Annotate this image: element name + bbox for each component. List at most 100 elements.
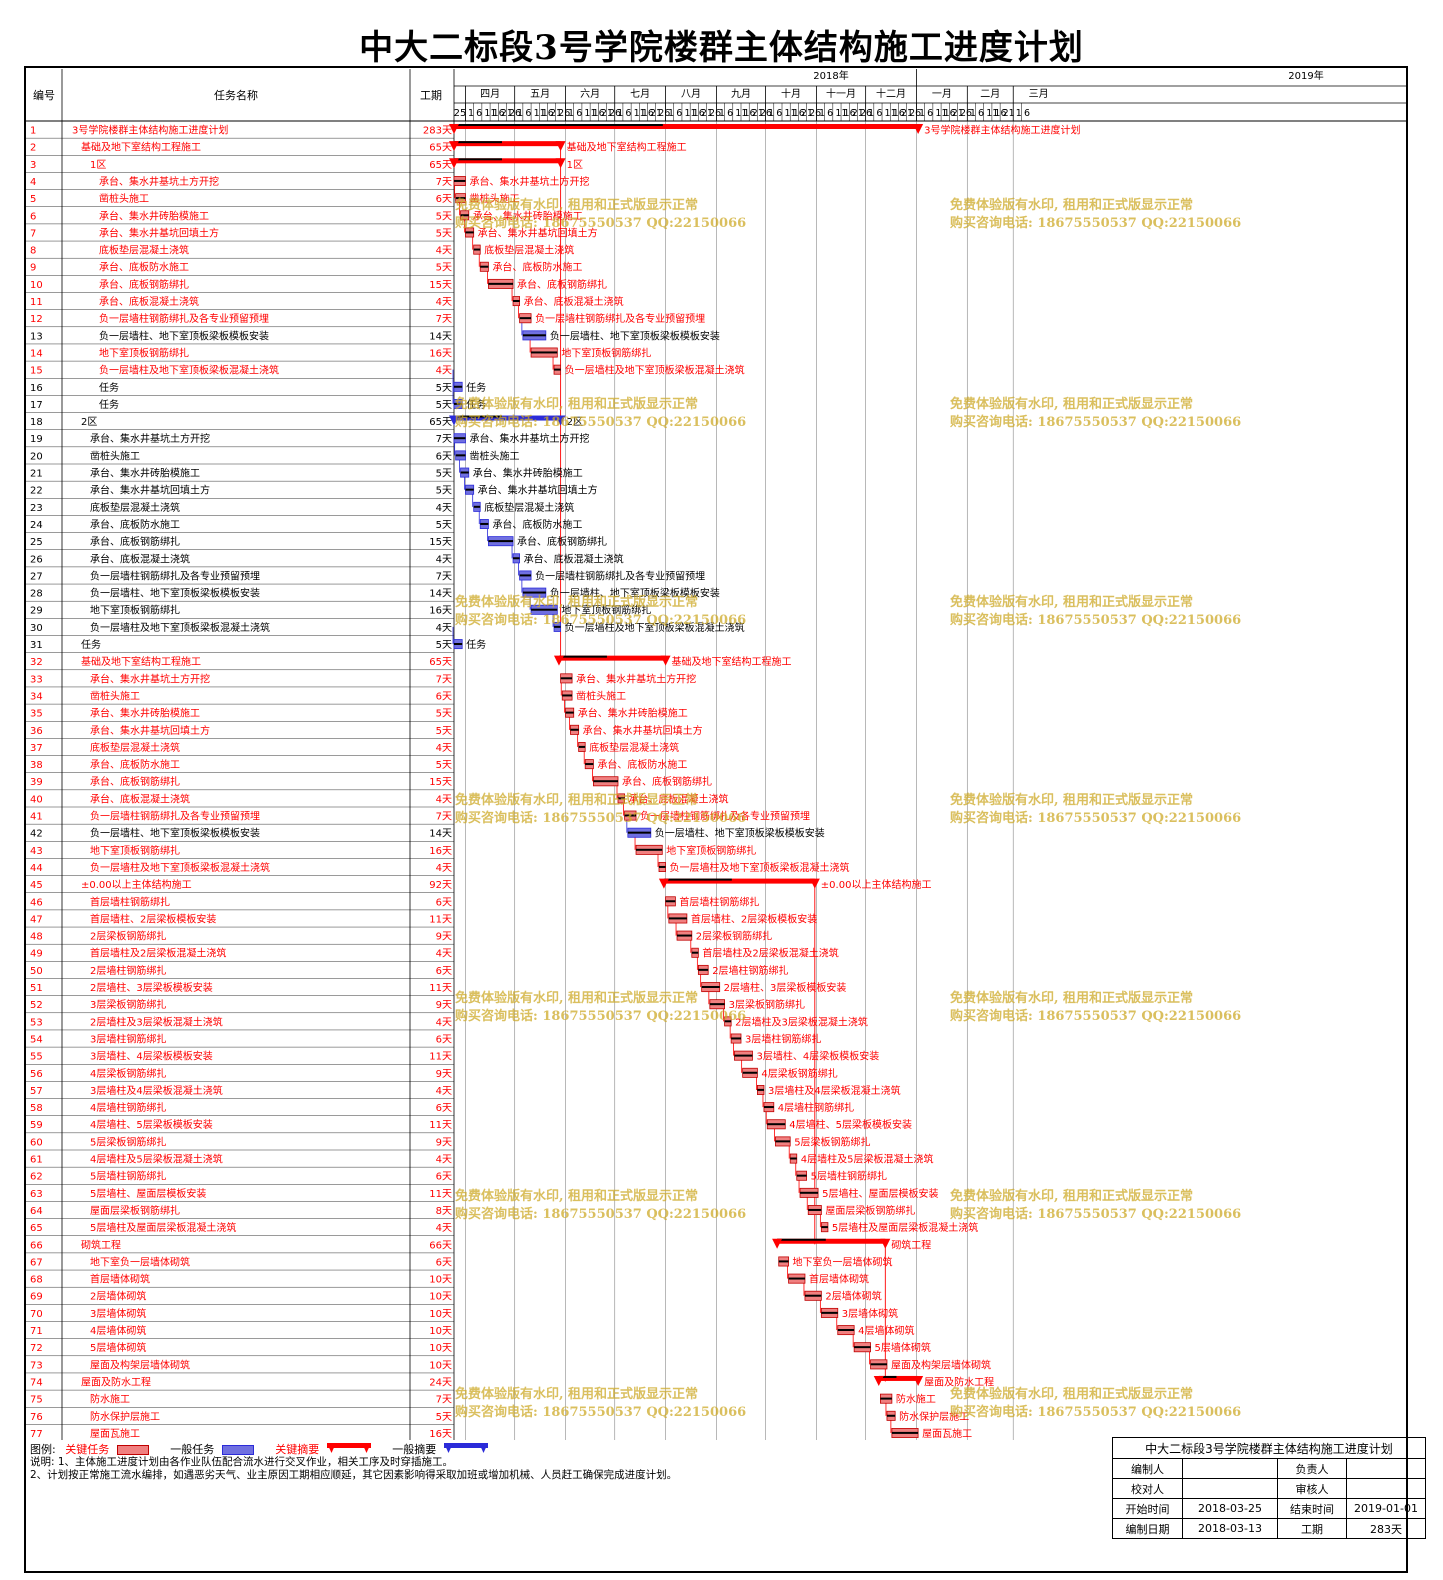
row-duration: 10天 [429, 1360, 452, 1371]
day-tick-label: 6 [827, 108, 833, 119]
row-duration: 4天 [436, 366, 452, 377]
row-task-name: 承台、底板钢筋绑扎 [99, 278, 189, 291]
row-duration: 6天 [436, 451, 452, 462]
row-task-name: 承台、底板混凝土浇筑 [90, 552, 190, 565]
task-progress [454, 437, 466, 440]
row-task-name: 地下室顶板钢筋绑扎 [90, 844, 180, 857]
bar-label: 承台、集水井砖胎模施工 [473, 467, 583, 480]
row-task-name: 地下室负一层墙体砌筑 [90, 1255, 190, 1268]
day-tick-label: 6 [576, 108, 582, 119]
bar-label: 3层墙柱及4层梁板混凝土浇筑 [768, 1084, 901, 1097]
month-label: 十一月 [826, 87, 856, 100]
info-reviewer-label: 审核人 [1277, 1478, 1347, 1499]
row-id: 10 [30, 280, 43, 291]
task-progress [880, 1397, 892, 1400]
task-progress [698, 968, 709, 971]
bar-label: 地下室负一层墙体砌筑 [793, 1255, 893, 1268]
row-task-name: ±0.00以上主体结构施工 [81, 878, 192, 891]
row-duration: 7天 [436, 571, 452, 582]
row-duration: 11天 [429, 1189, 452, 1200]
row-id: 28 [30, 589, 43, 600]
row-duration: 65天 [429, 160, 452, 171]
task-progress [757, 1088, 764, 1091]
timescale-header: 编号 任务名称 工期 2018年 2019年 25 四月1611162126五月… [25, 69, 1407, 122]
row-duration: 10天 [429, 1292, 452, 1303]
task-progress [778, 1260, 789, 1263]
task-progress [870, 1363, 887, 1366]
bar-label: 负一层墙柱及地下室顶板梁板混凝土浇筑 [670, 861, 850, 874]
watermark: 免费体验版有水印, 租用和正式版显示正常 购买咨询电话: 18675550537 … [455, 1189, 747, 1222]
day-tick-label: 6 [476, 108, 482, 119]
day-tick-label: 1 [568, 108, 574, 119]
day-tick-label: 6 [776, 108, 782, 119]
row-task-name: 首层墙体砌筑 [90, 1273, 150, 1286]
day-tick-label: 1 [517, 108, 523, 119]
legend-critical-task-swatch [116, 1445, 149, 1455]
row-duration: 5天 [436, 726, 452, 737]
bar-label: 承台、底板钢筋绑扎 [517, 278, 607, 291]
bar-label: 屋面及构架层墙体砌筑 [891, 1358, 991, 1371]
row-task-name: 3层墙柱钢筋绑扎 [90, 1032, 166, 1045]
row-duration: 4天 [436, 246, 452, 257]
bar-label: 负一层墙柱及地下室顶板梁板混凝土浇筑 [565, 364, 745, 377]
task-progress [891, 1431, 919, 1434]
row-task-name: 底板垫层混凝土浇筑 [90, 501, 180, 514]
bar-label: 5层墙柱钢筋绑扎 [811, 1170, 887, 1183]
task-progress [570, 728, 579, 731]
task-progress [488, 540, 514, 543]
row-id: 29 [30, 606, 43, 617]
watermark: 免费体验版有水印, 租用和正式版显示正常 购买咨询电话: 18675550537 … [950, 991, 1242, 1024]
watermark: 免费体验版有水印, 租用和正式版显示正常 购买咨询电话: 18675550537 … [950, 1387, 1242, 1420]
row-duration: 11天 [429, 914, 452, 925]
row-duration: 65天 [429, 657, 452, 668]
info-owner-value [1346, 1458, 1426, 1479]
row-id: 59 [30, 1120, 43, 1131]
row-task-name: 屋面及防水工程 [81, 1375, 151, 1388]
row-id: 64 [30, 1206, 43, 1217]
bar-label: 2层墙柱及3层梁板混凝土浇筑 [735, 1015, 868, 1028]
row-task-name: 基础及地下室结构工程施工 [81, 655, 201, 668]
row-duration: 24天 [429, 1377, 452, 1388]
row-duration: 15天 [429, 280, 452, 291]
task-progress [627, 831, 651, 834]
row-task-name: 5层梁板钢筋绑扎 [90, 1135, 166, 1148]
row-id: 17 [30, 400, 43, 411]
gantt-bars: 3号学院楼群主体结构施工进度计划基础及地下室结构工程施工 1区承台、集水井基坑土方… [449, 124, 1080, 1440]
task-progress [763, 1106, 774, 1109]
row-id: 68 [30, 1275, 43, 1286]
bar-label: 砌筑工程 [891, 1238, 931, 1251]
task-rows: 1 3号学院楼群主体结构施工进度计划 283天2 基础及地下室结构工程施工 65天3 1区… [25, 124, 454, 1440]
watermark: 免费体验版有水印, 租用和正式版显示正常 购买咨询电话: 18675550537 … [455, 793, 747, 826]
first-day-label: 25 [454, 108, 467, 119]
row-id: 16 [30, 383, 43, 394]
task-progress [731, 1037, 741, 1040]
row-task-name: 4层墙柱、5层梁板模板安装 [90, 1118, 213, 1131]
row-duration: 4天 [436, 949, 452, 960]
row-id: 9 [30, 263, 36, 274]
bar-label: 4层梁板钢筋绑扎 [761, 1067, 837, 1080]
row-id: 48 [30, 932, 43, 943]
row-task-name: 底板垫层混凝土浇筑 [99, 244, 189, 257]
row-id: 61 [30, 1155, 43, 1166]
row-task-name: 承台、集水井砖胎模施工 [99, 209, 209, 222]
bar-label: 承台、集水井基坑回填土方 [478, 484, 598, 497]
row-id: 54 [30, 1034, 43, 1045]
task-progress [454, 385, 463, 388]
bar-label: 承台、底板混凝土浇筑 [524, 295, 624, 308]
watermark: 免费体验版有水印, 租用和正式版显示正常 购买咨询电话: 18675550537 … [950, 793, 1242, 826]
row-task-name: 4层墙柱钢筋绑扎 [90, 1101, 166, 1114]
row-task-name: 负一层墙柱及地下室顶板梁板混凝土浇筑 [99, 364, 279, 377]
info-reviewer-value [1346, 1478, 1426, 1499]
task-progress [659, 865, 666, 868]
day-tick-label: 6 [676, 108, 682, 119]
task-progress [790, 1157, 797, 1160]
info-duration-value: 283天 [1346, 1518, 1426, 1539]
notes: 说明: 1、主体施工进度计划由各作业队伍配合流水进行交叉作业，相关工序及时穿插施… [30, 1456, 677, 1482]
note-line-2: 2、计划按正常施工流水编排，如遇恶劣天气、业主原因工期相应顺延，其它因素影响得采… [30, 1469, 678, 1481]
info-checker-label: 校对人 [1112, 1478, 1183, 1499]
bar-label: 4层墙体砌筑 [858, 1324, 914, 1337]
day-tick-label: 1 [1016, 108, 1022, 119]
row-task-name: 首层墙柱及2层梁板混凝土浇筑 [90, 947, 226, 960]
row-task-name: 2区 [81, 416, 97, 428]
row-duration: 11天 [429, 983, 452, 994]
